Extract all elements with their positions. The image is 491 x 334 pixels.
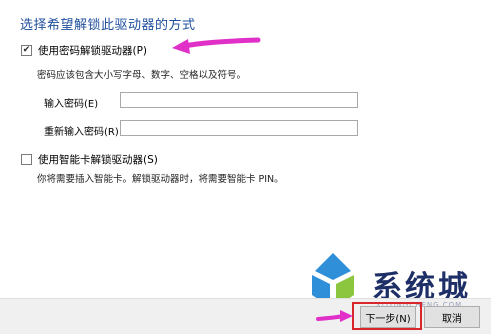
password-hint: 密码应该包含大小写字母、数字、空格以及符号。	[37, 70, 247, 81]
smartcard-hint: 你将需要插入智能卡。解锁驱动器时，将需要智能卡 PIN。	[37, 174, 284, 185]
dialog-title: 选择希望解锁此驱动器的方式	[20, 18, 196, 33]
smartcard-checkbox[interactable]	[21, 154, 32, 165]
smartcard-option-label[interactable]: 使用智能卡解锁驱动器(S)	[38, 152, 158, 167]
smartcard-option[interactable]: 使用智能卡解锁驱动器(S)	[21, 152, 158, 167]
password-option[interactable]: ✔ 使用密码解锁驱动器(P)	[21, 43, 147, 58]
reenter-password-field[interactable]	[120, 120, 358, 136]
enter-password-field[interactable]	[120, 92, 358, 108]
reenter-password-label: 重新输入密码(R)	[44, 127, 119, 138]
next-button[interactable]: 下一步(N)	[360, 306, 416, 328]
password-checkbox[interactable]: ✔	[21, 45, 32, 56]
cancel-button[interactable]: 取消	[424, 306, 480, 328]
enter-password-label: 输入密码(E)	[44, 99, 99, 110]
password-option-label[interactable]: 使用密码解锁驱动器(P)	[38, 43, 147, 58]
